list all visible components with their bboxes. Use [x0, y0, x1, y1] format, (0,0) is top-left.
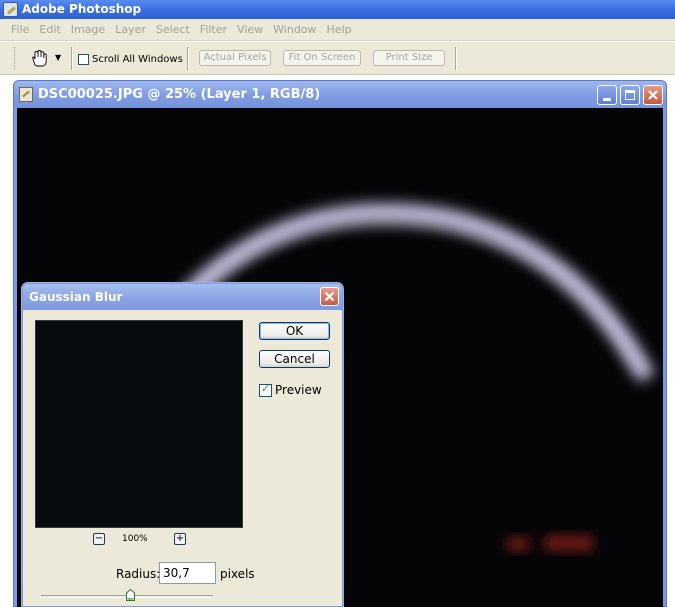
- options-separator: [71, 47, 73, 70]
- ok-button[interactable]: OK: [259, 322, 330, 340]
- radius-input[interactable]: [159, 562, 216, 584]
- maximize-button[interactable]: [620, 85, 640, 105]
- actual-pixels-button[interactable]: Actual Pixels: [199, 50, 271, 66]
- close-window-button[interactable]: [643, 85, 663, 105]
- app-title-bar: Adobe Photoshop: [0, 0, 675, 19]
- fit-on-screen-button[interactable]: Fit On Screen: [283, 50, 361, 66]
- gaussian-blur-dialog: Gaussian Blur − 100% + OK Cancel ✓ Previ…: [22, 283, 343, 607]
- menu-view[interactable]: View: [232, 20, 268, 40]
- zoom-in-button[interactable]: +: [174, 533, 186, 545]
- red-glow: [507, 538, 529, 550]
- radius-slider-thumb[interactable]: [126, 589, 135, 601]
- close-icon: [648, 90, 658, 100]
- preview-checkbox-box[interactable]: ✓: [259, 381, 272, 397]
- tool-preset-dropdown-icon[interactable]: ▼: [55, 51, 65, 65]
- scroll-all-checkbox-box[interactable]: [78, 53, 89, 65]
- menu-image[interactable]: Image: [66, 20, 110, 40]
- document-icon: [19, 87, 33, 102]
- menu-edit[interactable]: Edit: [34, 20, 65, 40]
- filter-preview-pane[interactable]: [35, 320, 243, 528]
- preview-zoom-level: 100%: [122, 534, 148, 544]
- cancel-button[interactable]: Cancel: [259, 350, 330, 368]
- menu-file[interactable]: File: [6, 20, 34, 40]
- preview-label: Preview: [275, 383, 322, 397]
- scroll-all-label: Scroll All Windows: [92, 53, 183, 65]
- dialog-title-bar[interactable]: Gaussian Blur: [23, 284, 342, 310]
- photoshop-app-icon: [3, 2, 18, 17]
- print-size-button[interactable]: Print Size: [373, 50, 445, 66]
- hand-icon[interactable]: [28, 49, 50, 68]
- menu-filter[interactable]: Filter: [195, 20, 232, 40]
- dialog-body: − 100% + OK Cancel ✓ Preview Radius: pix…: [26, 310, 339, 605]
- document-title: DSC00025.JPG @ 25% (Layer 1, RGB/8): [38, 87, 321, 102]
- options-bar: ▼ Scroll All Windows Actual Pixels Fit O…: [0, 42, 675, 75]
- minimize-icon: [603, 98, 611, 101]
- zoom-out-button[interactable]: −: [93, 533, 105, 545]
- maximize-icon: [625, 90, 635, 100]
- options-separator: [455, 47, 457, 70]
- menu-window[interactable]: Window: [268, 20, 321, 40]
- scroll-all-windows-checkbox[interactable]: Scroll All Windows: [78, 51, 183, 67]
- app-title: Adobe Photoshop: [22, 2, 142, 16]
- zoom-out-icon: −: [94, 533, 104, 544]
- menu-layer[interactable]: Layer: [110, 20, 151, 40]
- zoom-in-icon: +: [175, 533, 185, 544]
- menu-help[interactable]: Help: [322, 20, 357, 40]
- dialog-close-button[interactable]: [320, 287, 339, 306]
- radius-unit-label: pixels: [220, 567, 255, 581]
- minimize-button[interactable]: [597, 85, 617, 105]
- close-icon: [324, 291, 335, 302]
- menu-select[interactable]: Select: [151, 20, 195, 40]
- document-title-bar[interactable]: DSC00025.JPG @ 25% (Layer 1, RGB/8): [14, 81, 666, 108]
- menu-bar: File Edit Image Layer Select Filter View…: [0, 19, 675, 41]
- dialog-title: Gaussian Blur: [29, 290, 123, 304]
- options-separator: [187, 47, 189, 70]
- checkmark-icon: ✓: [261, 381, 271, 395]
- preview-checkbox[interactable]: ✓ Preview: [259, 381, 322, 397]
- radius-label: Radius:: [116, 567, 161, 581]
- options-bar-grip[interactable]: [14, 47, 17, 70]
